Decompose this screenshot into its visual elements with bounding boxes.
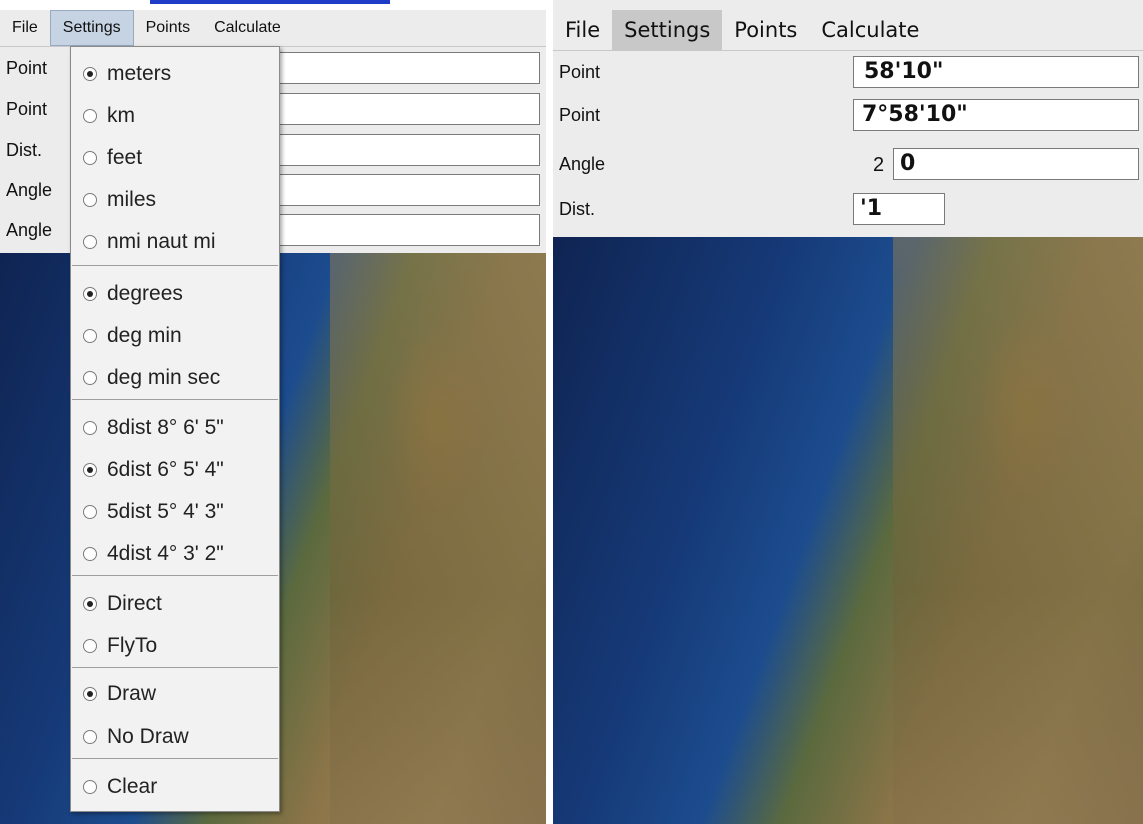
row-label: Dist. bbox=[6, 140, 42, 160]
radio-icon bbox=[83, 597, 97, 611]
row-label: Point bbox=[559, 62, 601, 82]
menu-settings[interactable]: Settings bbox=[49, 10, 134, 46]
settings-option[interactable]: 5dist 5° 4' 3" bbox=[71, 491, 279, 533]
radio-icon bbox=[83, 730, 97, 744]
option-label: 6dist 6° 5' 4" bbox=[107, 458, 224, 481]
settings-option[interactable]: miles bbox=[71, 179, 279, 221]
radio-icon bbox=[83, 151, 97, 165]
form-row-point1: Point 58'10" bbox=[553, 56, 1143, 90]
settings-option[interactable]: FlyTo bbox=[71, 625, 279, 667]
point2-input[interactable]: 7°58'10" bbox=[853, 99, 1139, 131]
option-label: 5dist 5° 4' 3" bbox=[107, 500, 224, 523]
point1-input[interactable] bbox=[276, 52, 540, 84]
input-form: Point 58'10" Point 7°58'10" Angle 2 0 Di… bbox=[553, 51, 1143, 237]
angle2-input[interactable] bbox=[276, 214, 540, 246]
menu-settings[interactable]: Settings bbox=[612, 10, 723, 50]
map-land bbox=[893, 237, 1143, 824]
radio-icon bbox=[83, 505, 97, 519]
menu-separator bbox=[72, 265, 278, 266]
dist-input[interactable] bbox=[276, 134, 540, 166]
menu-separator bbox=[72, 399, 278, 400]
row-label: Angle bbox=[6, 180, 53, 200]
form-row-point2: Point 7°58'10" bbox=[553, 99, 1143, 133]
angle-input[interactable]: 0 bbox=[893, 148, 1139, 180]
angle1-input[interactable] bbox=[276, 174, 540, 206]
right-window: File Settings Points Calculate Point 58'… bbox=[553, 0, 1143, 824]
row-label: Angle bbox=[6, 220, 53, 240]
option-label: km bbox=[107, 104, 135, 127]
option-label: miles bbox=[107, 188, 157, 211]
row-label: Dist. bbox=[559, 199, 595, 219]
settings-option[interactable]: meters bbox=[71, 53, 279, 95]
form-row-dist: Dist. '1 bbox=[553, 193, 1143, 227]
menu-points[interactable]: Points bbox=[722, 10, 809, 50]
option-label: degrees bbox=[107, 282, 183, 305]
settings-option[interactable]: No Draw bbox=[71, 716, 279, 758]
point1-input[interactable]: 58'10" bbox=[853, 56, 1139, 88]
radio-icon bbox=[83, 193, 97, 207]
option-label: deg min sec bbox=[107, 366, 221, 389]
menu-separator bbox=[72, 667, 278, 668]
settings-option[interactable]: deg min bbox=[71, 315, 279, 357]
option-label: nmi naut mi bbox=[107, 230, 216, 253]
satellite-map[interactable] bbox=[553, 237, 1143, 824]
radio-icon bbox=[83, 371, 97, 385]
menu-calculate[interactable]: Calculate bbox=[202, 10, 293, 46]
radio-icon bbox=[83, 463, 97, 477]
radio-icon bbox=[83, 67, 97, 81]
settings-option[interactable]: nmi naut mi bbox=[71, 221, 279, 263]
menu-file[interactable]: File bbox=[0, 10, 50, 46]
menu-separator bbox=[72, 575, 278, 576]
option-label: 4dist 4° 3' 2" bbox=[107, 542, 224, 565]
radio-icon bbox=[83, 109, 97, 123]
settings-option[interactable]: 6dist 6° 5' 4" bbox=[71, 449, 279, 491]
settings-option[interactable]: degrees bbox=[71, 273, 279, 315]
radio-icon bbox=[83, 421, 97, 435]
menu-points[interactable]: Points bbox=[134, 10, 202, 46]
form-row-angle: Angle 2 0 bbox=[553, 148, 1143, 182]
menubar: File Settings Points Calculate bbox=[553, 10, 1143, 51]
option-label: 8dist 8° 6' 5" bbox=[107, 416, 224, 439]
radio-icon bbox=[83, 287, 97, 301]
settings-option[interactable]: Clear bbox=[71, 766, 279, 808]
menu-separator bbox=[72, 758, 278, 759]
map-land bbox=[330, 253, 546, 824]
menu-calculate[interactable]: Calculate bbox=[809, 10, 931, 50]
option-label: Draw bbox=[107, 682, 157, 705]
option-label: FlyTo bbox=[107, 634, 158, 657]
radio-icon bbox=[83, 329, 97, 343]
settings-option[interactable]: km bbox=[71, 95, 279, 137]
option-label: deg min bbox=[107, 324, 182, 347]
left-window: File Settings Points Calculate Point Poi… bbox=[0, 0, 546, 824]
radio-icon bbox=[83, 547, 97, 561]
settings-option[interactable]: feet bbox=[71, 137, 279, 179]
radio-icon bbox=[83, 780, 97, 794]
radio-icon bbox=[83, 687, 97, 701]
option-label: Direct bbox=[107, 592, 162, 615]
angle-fragment: 2 bbox=[873, 154, 885, 176]
settings-dropdown: meters km feet miles nmi naut mi degrees deg m… bbox=[70, 46, 280, 812]
option-label: No Draw bbox=[107, 725, 189, 748]
settings-option[interactable]: 4dist 4° 3' 2" bbox=[71, 533, 279, 575]
row-label: Point bbox=[6, 99, 48, 119]
row-label: Point bbox=[559, 105, 601, 125]
settings-option[interactable]: 8dist 8° 6' 5" bbox=[71, 407, 279, 449]
row-label: Angle bbox=[559, 154, 606, 174]
point2-input[interactable] bbox=[276, 93, 540, 125]
row-label: Point bbox=[6, 58, 48, 78]
dist-input[interactable]: '1 bbox=[853, 193, 945, 225]
option-label: feet bbox=[107, 146, 143, 169]
settings-option[interactable]: Draw bbox=[71, 673, 279, 715]
menubar: File Settings Points Calculate bbox=[0, 10, 546, 47]
radio-icon bbox=[83, 235, 97, 249]
settings-option[interactable]: deg min sec bbox=[71, 357, 279, 399]
option-label: meters bbox=[107, 62, 172, 85]
menu-file[interactable]: File bbox=[553, 10, 612, 50]
radio-icon bbox=[83, 639, 97, 653]
option-label: Clear bbox=[107, 775, 158, 798]
settings-option[interactable]: Direct bbox=[71, 583, 279, 625]
header-fragment bbox=[150, 0, 390, 10]
